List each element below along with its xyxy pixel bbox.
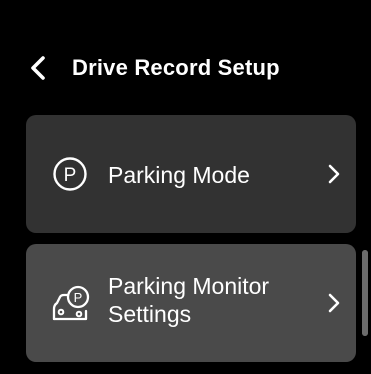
chevron-left-icon[interactable]: [30, 53, 54, 83]
page-title: Drive Record Setup: [72, 55, 280, 80]
parked-car-monitor-icon: P: [46, 279, 94, 327]
scrollbar-thumb[interactable]: [362, 250, 368, 336]
header-back-button[interactable]: Drive Record Setup: [30, 46, 280, 90]
menu-item-label: Parking Monitor Settings: [108, 272, 269, 328]
menu-item-label-line1: Parking Monitor: [108, 273, 270, 299]
parking-badge-glyph: P: [74, 290, 83, 305]
parking-icon-glyph: P: [64, 165, 77, 186]
menu-item-parking-monitor-settings[interactable]: P Parking Monitor Settings: [26, 244, 356, 362]
drive-record-setup-screen: Drive Record Setup P Parking Mode P Park…: [0, 0, 371, 374]
scrollbar[interactable]: [362, 250, 368, 336]
menu-item-label-line2: Settings: [108, 301, 192, 327]
chevron-right-icon: [326, 291, 342, 315]
parking-circle-icon: P: [46, 150, 94, 198]
menu-item-label: Parking Mode: [108, 162, 250, 188]
menu-item-parking-mode[interactable]: P Parking Mode: [26, 115, 356, 233]
chevron-right-icon: [326, 162, 342, 186]
